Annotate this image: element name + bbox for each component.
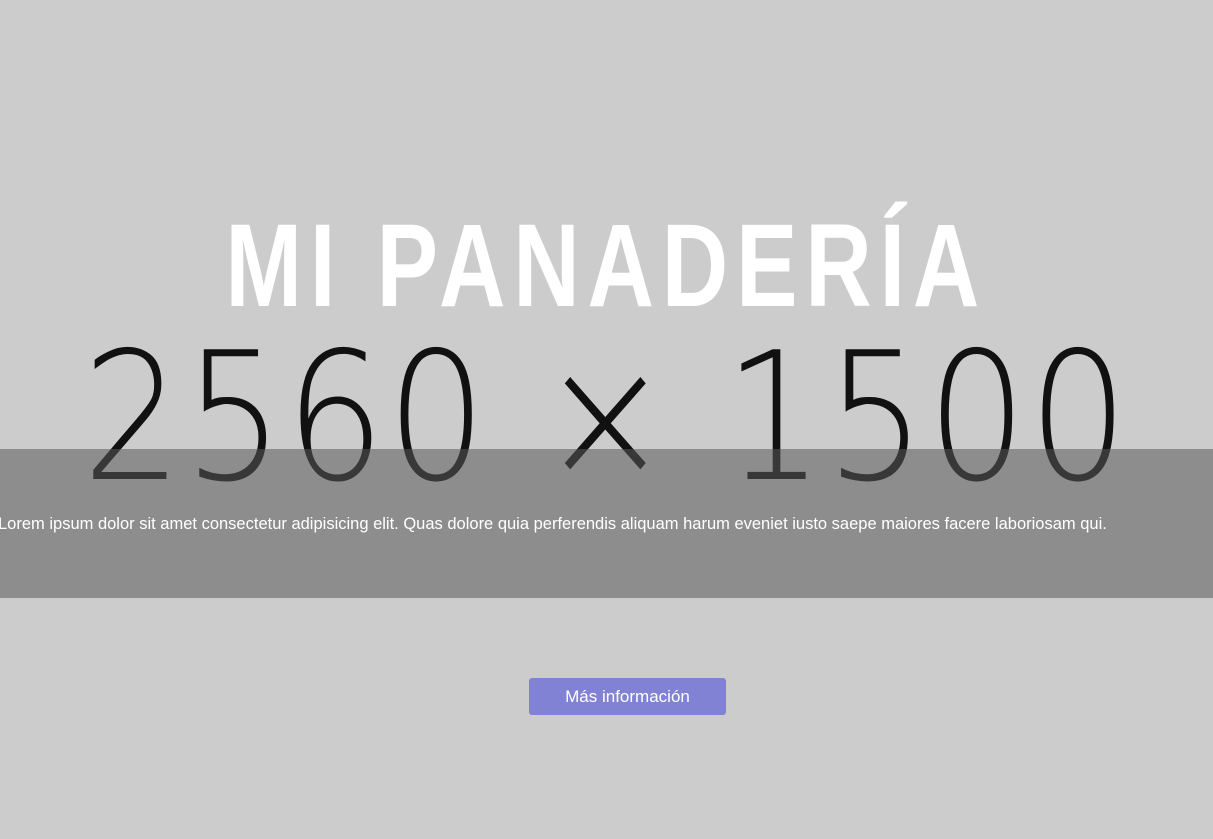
hero-title: MI PANADERÍA (0, 196, 1213, 336)
more-info-button[interactable]: Más información (529, 678, 726, 715)
hero-title-text: MI PANADERÍA (225, 200, 988, 332)
hero-description: Lorem ipsum dolor sit amet consectetur a… (0, 515, 1107, 533)
hero-section: 2560 × 1500 MI PANADERÍA Lorem ipsum dol… (0, 0, 1213, 839)
